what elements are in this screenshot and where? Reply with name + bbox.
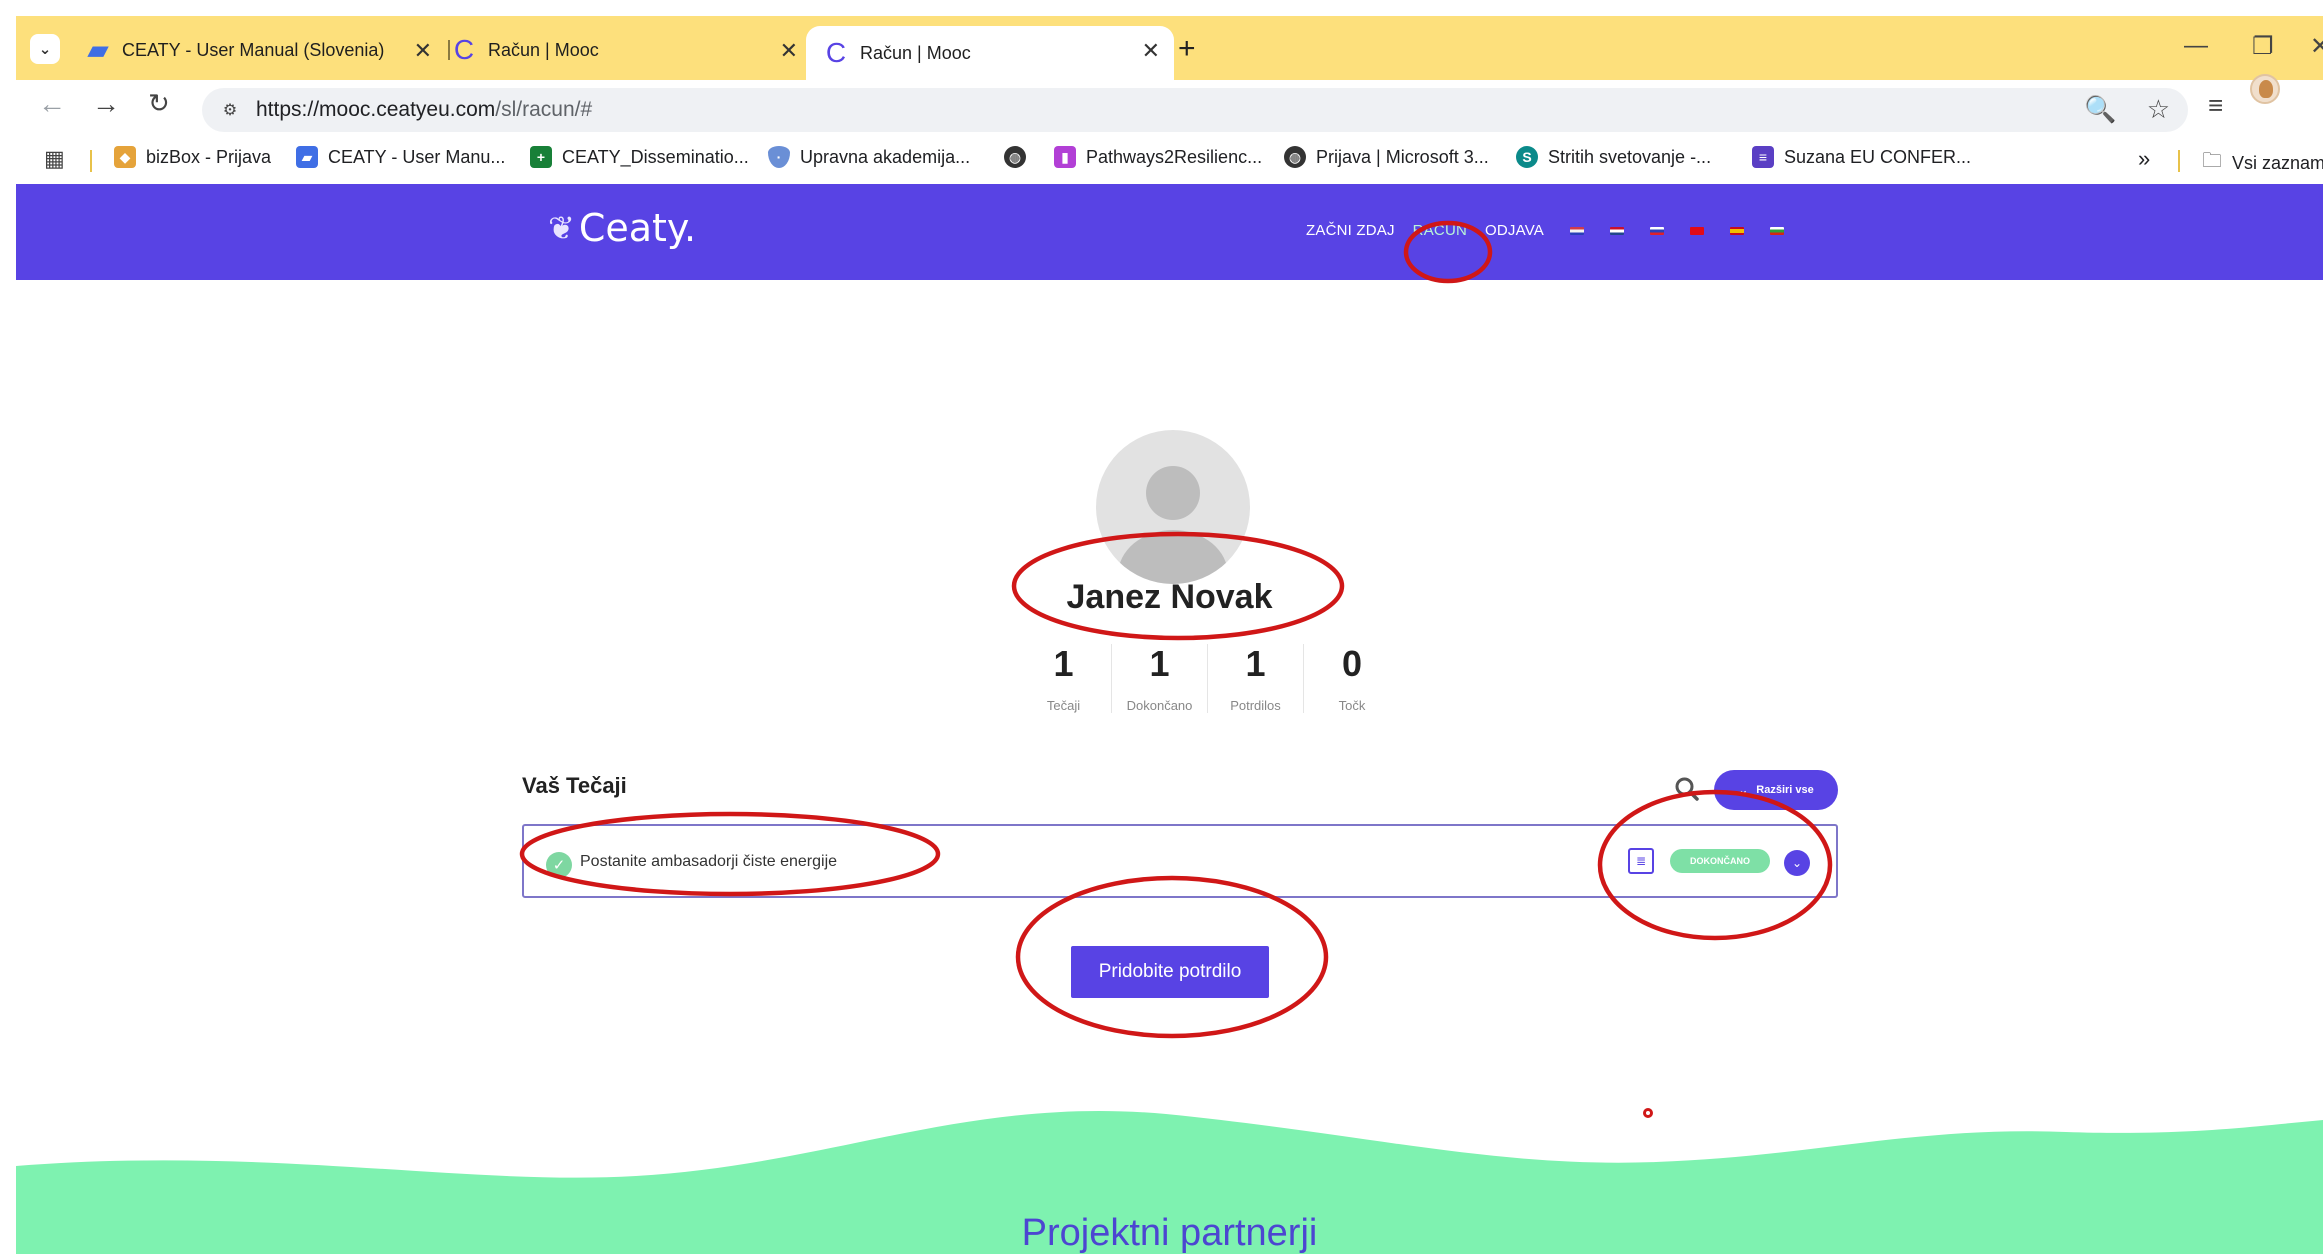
forward-icon[interactable]: → bbox=[92, 90, 120, 118]
browser-toolbar: ← → ↻ ⚙ https://mooc.ceatyeu.com/sl/racu… bbox=[16, 80, 2323, 136]
screenshot: ⌄ ▰ CEATY - User Manual (Slovenia) ✕ C R… bbox=[16, 16, 2323, 1254]
globe-icon: ◍ bbox=[1284, 146, 1306, 168]
document-icon: ▰ bbox=[87, 34, 109, 65]
minimize-icon[interactable]: — bbox=[2184, 32, 2208, 60]
tab-title: Račun | Mooc bbox=[860, 42, 971, 63]
shield-icon: · bbox=[768, 146, 790, 168]
bookmark-bizbox[interactable]: ◆ bizBox - Prijava bbox=[114, 146, 271, 168]
bookmark-microsoft[interactable]: ◍ Prijava | Microsoft 3... bbox=[1284, 146, 1489, 168]
sheet-icon: + bbox=[530, 146, 552, 168]
nav-start-now[interactable]: ZAČNI ZDAJ bbox=[1306, 222, 1395, 239]
cube-icon: ◆ bbox=[114, 146, 136, 168]
certificate-icon[interactable]: ≣ bbox=[1628, 848, 1654, 874]
form-icon: ≡ bbox=[1752, 146, 1774, 168]
tab-racun-1[interactable]: C Račun | Mooc ✕ bbox=[452, 26, 812, 74]
user-avatar bbox=[1096, 430, 1250, 584]
profile-avatar[interactable] bbox=[2250, 74, 2280, 104]
bookmark-upravna[interactable]: · Upravna akademija... bbox=[768, 146, 970, 168]
course-title[interactable]: Postanite ambasadorji čiste energije bbox=[580, 853, 837, 871]
close-tab-icon[interactable]: ✕ bbox=[414, 38, 432, 64]
restore-icon[interactable]: ❐ bbox=[2252, 32, 2274, 61]
bookmarks-divider bbox=[90, 150, 92, 172]
omnibox-actions: 🔍 ☆ bbox=[2084, 94, 2170, 125]
new-tab-button[interactable]: + bbox=[1178, 34, 1196, 64]
annotation-dot bbox=[1643, 1108, 1653, 1118]
stat-courses: 1 Tečaji bbox=[1016, 644, 1112, 713]
flag-nl-icon[interactable] bbox=[1610, 226, 1625, 235]
site-logo[interactable]: ❦ Ceaty. bbox=[548, 206, 696, 250]
zoom-icon[interactable]: 🔍 bbox=[2084, 94, 2116, 125]
site-header: ❦ Ceaty. ZAČNI ZDAJ RAČUN ODJAVA bbox=[16, 184, 2323, 280]
bookmarks-overflow-button[interactable]: » bbox=[2138, 146, 2150, 172]
folder-icon: 🗀 bbox=[2202, 150, 2222, 172]
leaf-icon: ❦ bbox=[548, 209, 575, 247]
flag-sl-icon[interactable] bbox=[1650, 226, 1665, 235]
bookmark-stritih[interactable]: S Stritih svetovanje -... bbox=[1516, 146, 1711, 168]
close-tab-icon[interactable]: ✕ bbox=[780, 38, 798, 64]
main-nav: ZAČNI ZDAJ RAČUN ODJAVA bbox=[1306, 222, 1810, 239]
flag-en-icon[interactable] bbox=[1570, 226, 1585, 235]
stat-certificates: 1 Potrdilos bbox=[1208, 644, 1304, 713]
globe-icon: ◍ bbox=[1004, 146, 1026, 168]
back-icon[interactable]: ← bbox=[38, 90, 66, 118]
sharepoint-icon: S bbox=[1516, 146, 1538, 168]
all-bookmarks-folder[interactable]: 🗀 Vsi zaznamki bbox=[2202, 146, 2323, 180]
bookmark-ceaty-dissemination[interactable]: + CEATY_Disseminatio... bbox=[530, 146, 749, 168]
stat-completed: 1 Dokončano bbox=[1112, 644, 1208, 713]
status-badge: DOKONČANO bbox=[1670, 849, 1770, 873]
nav-account[interactable]: RAČUN bbox=[1413, 222, 1467, 239]
search-icon[interactable] bbox=[1674, 776, 1700, 802]
document-icon: ▰ bbox=[296, 146, 318, 168]
tab-user-manual[interactable]: ▰ CEATY - User Manual (Slovenia) ✕ bbox=[86, 26, 446, 74]
tab-title: Račun | Mooc bbox=[488, 39, 599, 60]
tab-racun-active[interactable]: C Račun | Mooc ✕ bbox=[806, 26, 1174, 80]
flag-tr-icon[interactable] bbox=[1690, 226, 1705, 235]
close-tab-icon[interactable]: ✕ bbox=[1142, 38, 1160, 64]
bookmark-ceaty-manual[interactable]: ▰ CEATY - User Manu... bbox=[296, 146, 505, 168]
chevron-down-icon[interactable]: ⌄ bbox=[1784, 850, 1810, 876]
flag-es-icon[interactable] bbox=[1730, 226, 1745, 235]
url-text[interactable]: https://mooc.ceatyeu.com/sl/racun/# bbox=[256, 98, 592, 122]
courses-heading: Vaš Tečaji bbox=[522, 773, 627, 798]
completed-check-icon: ✓ bbox=[546, 852, 572, 878]
apps-grid-icon[interactable]: ▦ bbox=[44, 146, 65, 172]
tab-title: CEATY - User Manual (Slovenia) bbox=[122, 39, 385, 60]
stat-points: 0 Točk bbox=[1338, 643, 1366, 713]
expand-all-button[interactable]: ⌄ Razširi vse bbox=[1714, 770, 1838, 810]
menu-icon[interactable]: ⋮ bbox=[2314, 90, 2323, 121]
nav-logout[interactable]: ODJAVA bbox=[1485, 222, 1544, 239]
reload-icon[interactable]: ↻ bbox=[148, 90, 170, 116]
flag-bg-icon[interactable] bbox=[1770, 226, 1785, 235]
profile-stats: 1 Tečaji 1 Dokončano 1 Potrdilos 0 Točk bbox=[1016, 644, 1400, 713]
tab-search-button[interactable]: ⌄ bbox=[30, 34, 60, 64]
partners-heading: Projektni partnerji bbox=[1021, 1212, 1318, 1254]
bookmarks-divider bbox=[2178, 150, 2180, 172]
address-bar[interactable]: ⚙ https://mooc.ceatyeu.com/sl/racun/# 🔍 … bbox=[202, 88, 2188, 132]
trello-icon: ▮ bbox=[1054, 146, 1076, 168]
get-certificate-button[interactable]: Pridobite potrdilo bbox=[1071, 946, 1269, 998]
profile-name: Janez Novak bbox=[1066, 578, 1273, 616]
ceaty-c-icon: C bbox=[825, 37, 847, 68]
close-window-icon[interactable]: ✕ bbox=[2310, 32, 2323, 61]
tab-strip: ⌄ ▰ CEATY - User Manual (Slovenia) ✕ C R… bbox=[16, 16, 2323, 80]
bookmark-star-icon[interactable]: ☆ bbox=[2147, 94, 2170, 125]
site-info-icon[interactable]: ⚙ bbox=[216, 96, 244, 124]
bookmark-suzana[interactable]: ≡ Suzana EU CONFER... bbox=[1752, 146, 1971, 168]
bookmark-pathways[interactable]: ▮ Pathways2Resilienc... bbox=[1054, 146, 1262, 168]
course-row[interactable]: ✓ Postanite ambasadorji čiste energije ≣… bbox=[522, 824, 1838, 898]
tab-divider bbox=[448, 40, 450, 60]
reading-list-icon[interactable]: ≡ bbox=[2208, 90, 2223, 121]
bookmarks-bar: ▦ ◆ bizBox - Prijava ▰ CEATY - User Manu… bbox=[16, 136, 2323, 184]
bookmark-globe[interactable]: ◍ bbox=[1004, 146, 1036, 168]
ceaty-c-icon: C bbox=[453, 34, 475, 65]
chevron-down-icon: ⌄ bbox=[1738, 783, 1749, 797]
